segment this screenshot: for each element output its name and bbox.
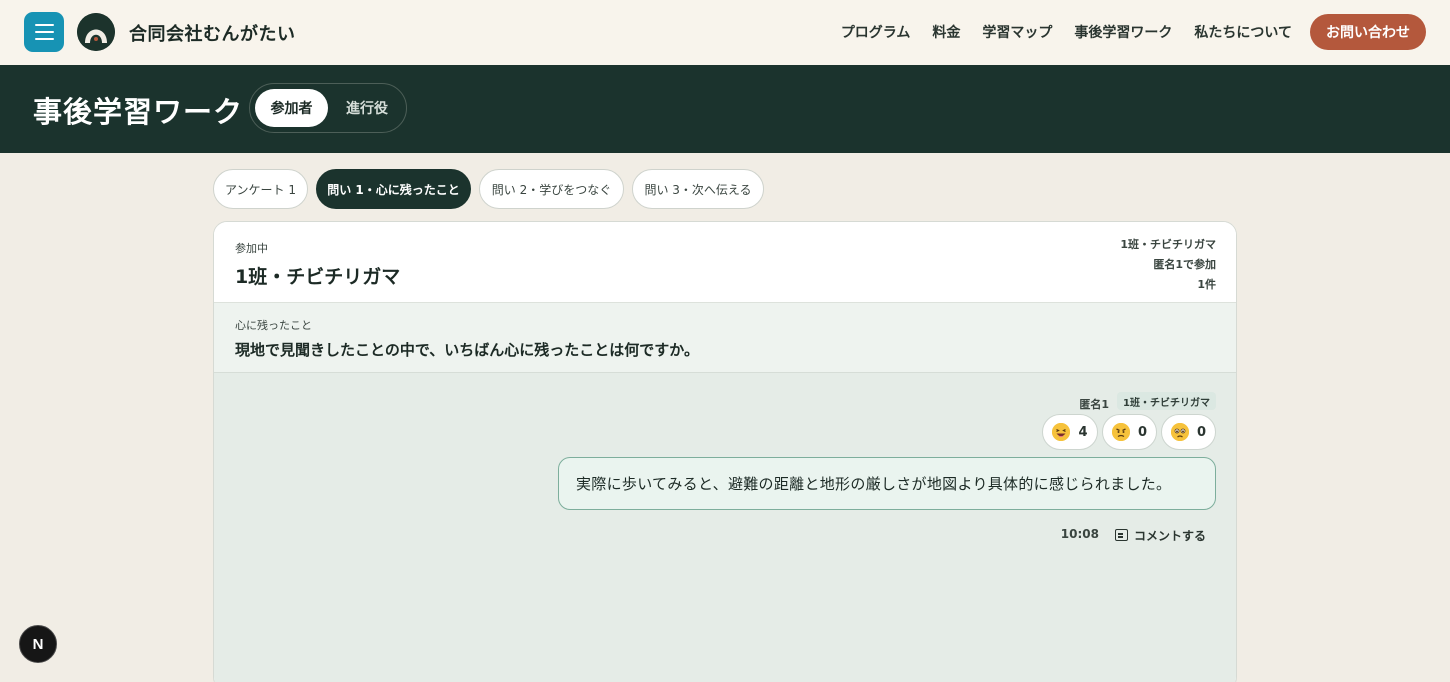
card-meta: 1班・チビチリガマ 匿名1で参加 1件 [1120, 235, 1216, 295]
post-author: 匿名1 [1079, 398, 1109, 411]
prompt-label: 心に残ったこと [235, 319, 312, 332]
tab-question-2[interactable]: 問い 2・学びをつなぐ [479, 169, 624, 209]
menu-line [34, 31, 54, 33]
brand-name[interactable]: 合同会社むんがたい [129, 20, 296, 46]
comment-icon [1114, 529, 1128, 541]
question-prompt: 心に残ったこと 現地で見聞きしたことの中で、いちばん心に残ったことは何ですか。 [214, 303, 1236, 373]
nav-item-post-learning-work[interactable]: 事後学習ワーク [1074, 22, 1172, 42]
role-participant-button[interactable]: 参加者 [255, 89, 328, 127]
laughing-emoji-icon [1052, 423, 1071, 441]
hamburger-menu-button[interactable] [24, 12, 64, 52]
nav-item-program[interactable]: プログラム [841, 22, 911, 42]
nav-item-learning-map[interactable]: 学習マップ [982, 22, 1052, 42]
reaction-angry-button[interactable]: 0 [1102, 414, 1157, 450]
discussion-card: 参加中 1班・チビチリガマ 1班・チビチリガマ 匿名1で参加 1件 心に残ったこ… [213, 221, 1237, 682]
post-group-tag: 1班・チビチリガマ [1117, 392, 1216, 410]
reaction-sad-count: 0 [1196, 424, 1207, 440]
card-header: 参加中 1班・チビチリガマ 1班・チビチリガマ 匿名1で参加 1件 [214, 222, 1236, 303]
tab-question-1[interactable]: 問い 1・心に残ったこと [316, 169, 471, 209]
meta-group: 1班・チビチリガマ [1120, 238, 1216, 251]
logo-icon[interactable] [77, 13, 115, 51]
reaction-laughing-count: 4 [1078, 424, 1088, 440]
comment-label: コメントする [1133, 528, 1206, 543]
comment-button[interactable]: コメントする [1114, 524, 1206, 546]
tab-survey-1[interactable]: アンケート 1 [213, 169, 308, 209]
tab-question-3[interactable]: 問い 3・次へ伝える [632, 169, 764, 209]
angry-emoji-icon [1111, 423, 1130, 441]
post-thread: 匿名1 1班・チビチリガマ 4 0 0 実際に歩いてみると、避難の距離と地形の厳… [214, 373, 1236, 682]
page-header: 事後学習ワーク 参加者 進行役 [0, 65, 1450, 153]
participation-status: 参加中 [235, 242, 268, 255]
reaction-laughing-button[interactable]: 4 [1042, 414, 1098, 450]
top-nav-bar: 合同会社むんがたい プログラム 料金 学習マップ 事後学習ワーク 私たちについて… [0, 0, 1450, 65]
page-title: 事後学習ワーク [33, 95, 244, 129]
nav-item-about[interactable]: 私たちについて [1194, 22, 1292, 42]
prompt-text: 現地で見聞きしたことの中で、いちばん心に残ったことは何ですか。 [235, 341, 699, 359]
post-timestamp: 10:08 [1060, 527, 1099, 541]
menu-line [34, 38, 54, 40]
meta-anonymous-name: 匿名1で参加 [1153, 258, 1216, 271]
reaction-angry-count: 0 [1137, 424, 1148, 440]
contact-button[interactable]: お問い合わせ [1310, 14, 1426, 50]
nav-item-pricing[interactable]: 料金 [932, 22, 960, 42]
post-message-bubble: 実際に歩いてみると、避難の距離と地形の厳しさが地図より具体的に感じられました。 [558, 457, 1216, 510]
reaction-sad-button[interactable]: 0 [1161, 414, 1216, 450]
next-dev-badge[interactable]: N [19, 625, 57, 663]
sad-emoji-icon [1170, 423, 1189, 441]
role-toggle: 参加者 進行役 [249, 83, 407, 133]
meta-post-count: 1件 [1197, 278, 1216, 291]
main-nav: プログラム 料金 学習マップ 事後学習ワーク 私たちについて [841, 22, 1292, 42]
role-facilitator-button[interactable]: 進行役 [332, 89, 402, 127]
menu-line [34, 24, 54, 26]
group-title: 1班・チビチリガマ [235, 266, 401, 288]
